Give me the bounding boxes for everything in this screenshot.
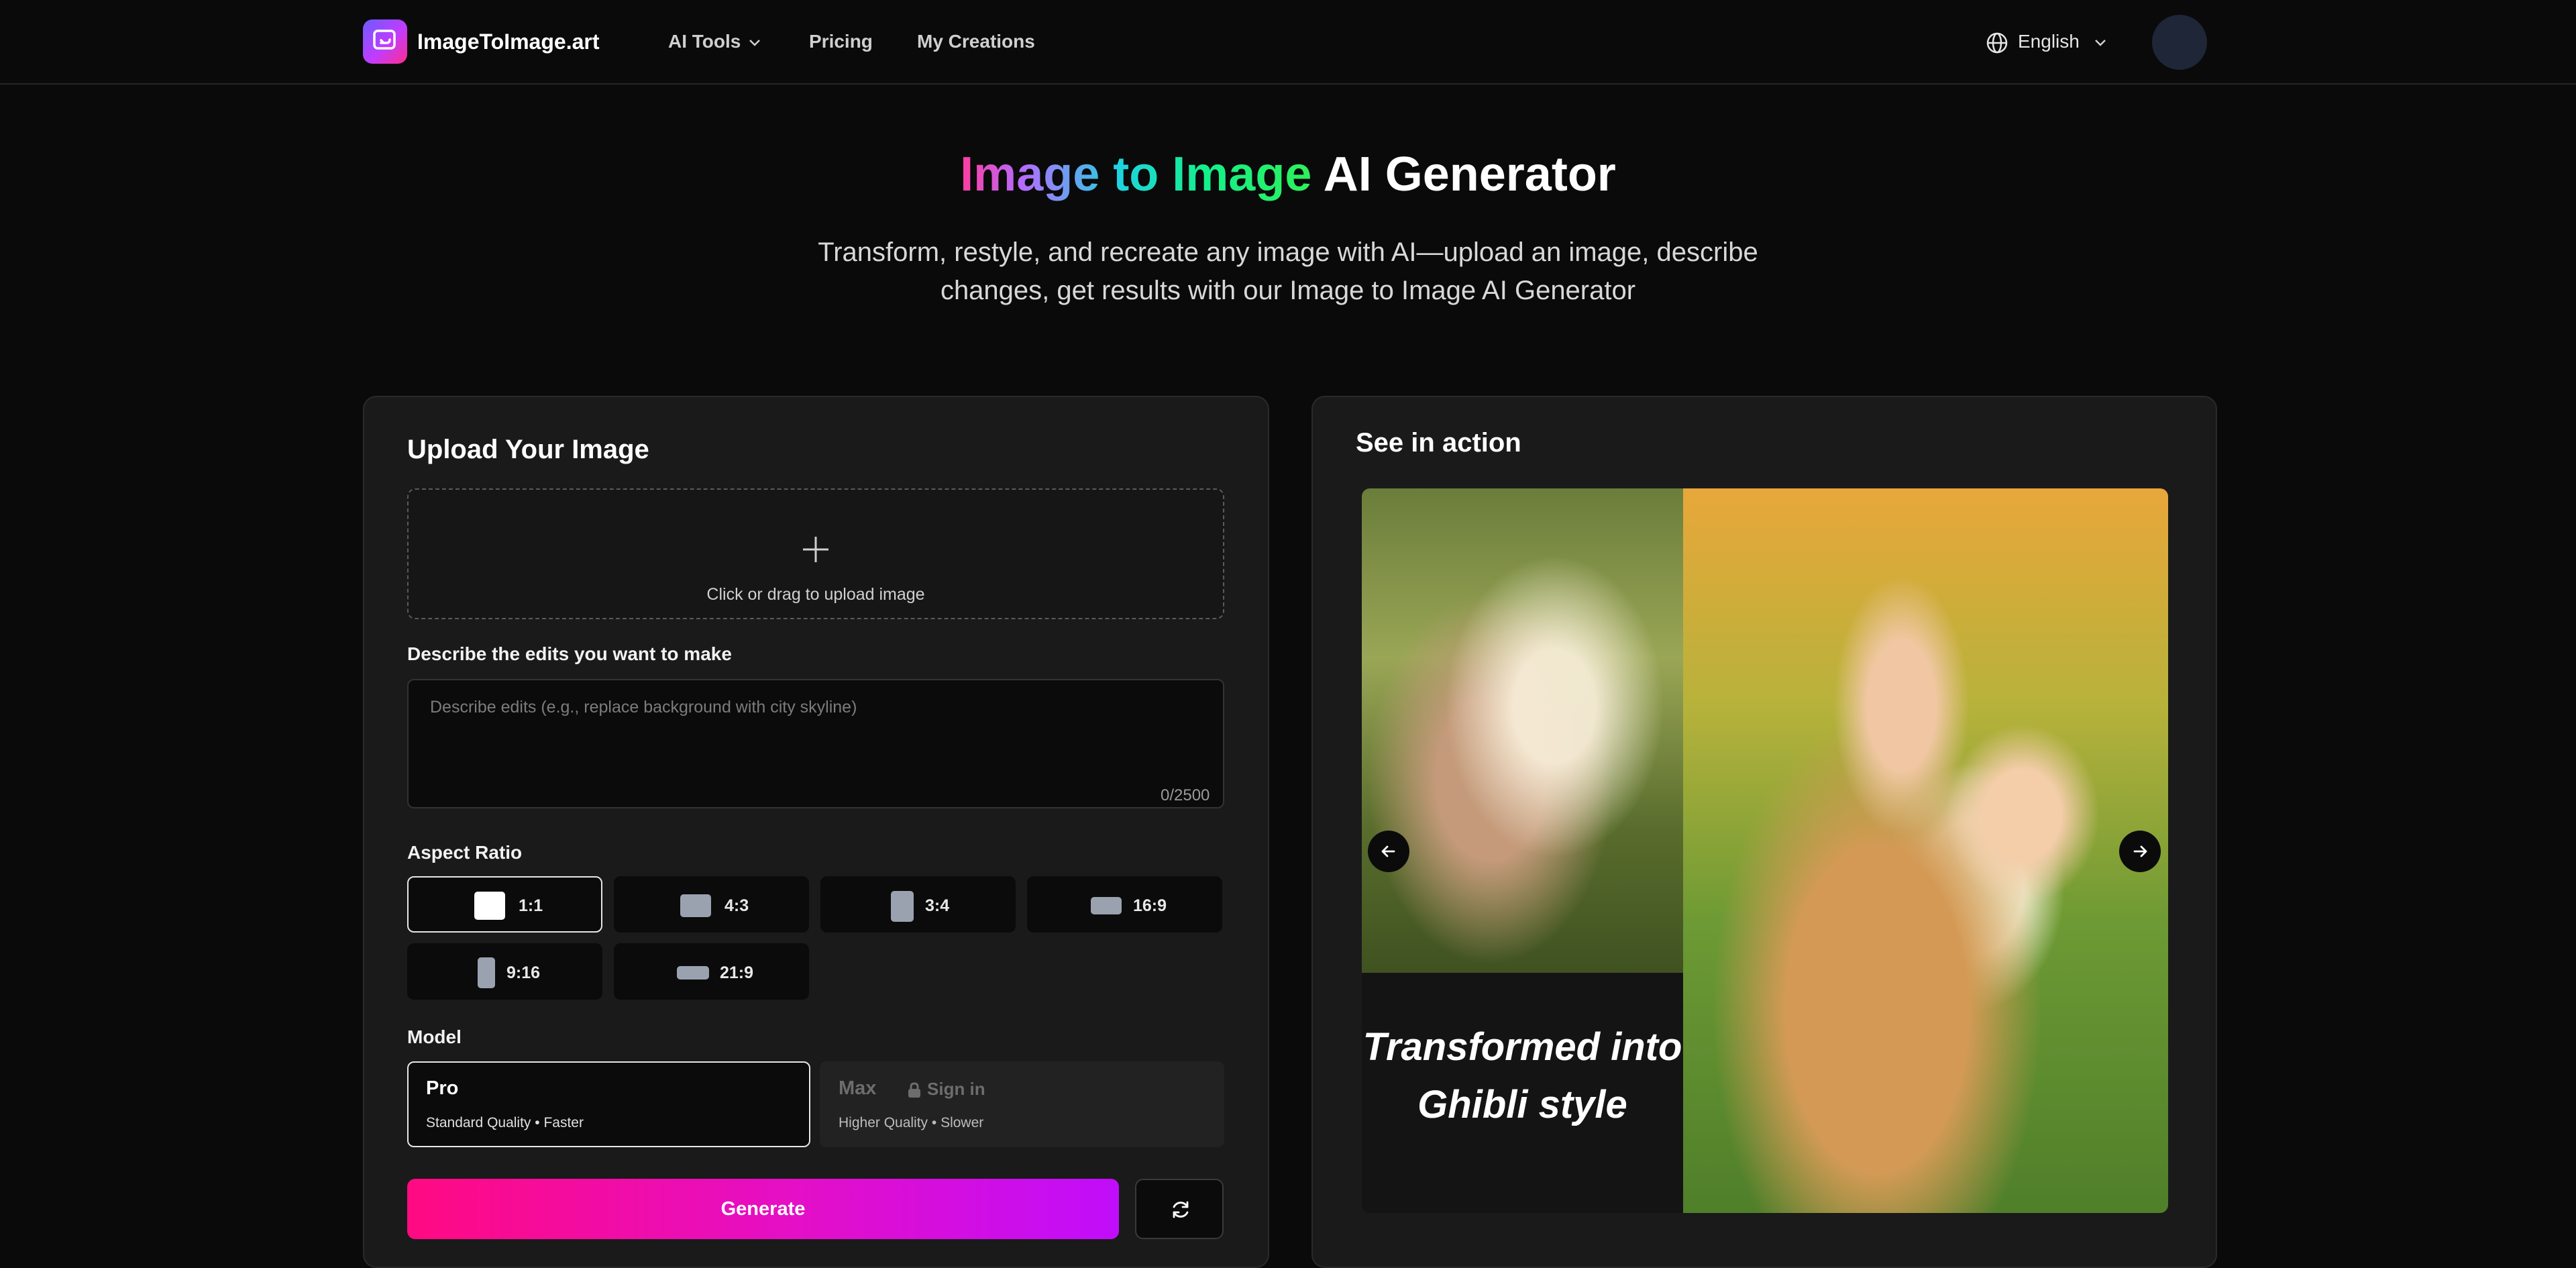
logo-icon[interactable]: [363, 19, 407, 64]
model-max-name: Max: [839, 1077, 877, 1099]
ratio-16-9-label: 16:9: [1133, 896, 1167, 915]
nav-my-creations[interactable]: My Creations: [917, 29, 1035, 54]
ratio-4-3-shape: [680, 894, 711, 917]
model-max-desc: Higher Quality • Slower: [839, 1115, 984, 1130]
top-nav: ImageToImage.art AI Tools Pricing My Cre…: [0, 0, 2576, 85]
ratio-16-9[interactable]: 16:9: [1027, 876, 1222, 933]
title-word-image: Image: [960, 148, 1100, 201]
describe-label: Describe the edits you want to make: [407, 643, 732, 664]
upload-heading: Upload Your Image: [407, 435, 649, 464]
model-max-signin[interactable]: Sign in: [907, 1079, 985, 1100]
lock-icon: [908, 1082, 920, 1098]
char-counter: 0/2500: [1161, 786, 1210, 804]
model-option-pro[interactable]: Pro Standard Quality • Faster: [407, 1061, 810, 1147]
nav-pricing[interactable]: Pricing: [809, 29, 873, 54]
model-label: Model: [407, 1026, 462, 1047]
ratio-1-1-shape: [474, 892, 505, 920]
ratio-21-9-shape: [677, 966, 709, 980]
ratio-4-3[interactable]: 4:3: [614, 876, 809, 933]
chevron-down-icon: [749, 39, 761, 46]
before-photo: [1362, 488, 1683, 973]
ratio-16-9-shape: [1091, 897, 1122, 914]
title-gradient: Image to Image: [960, 148, 1311, 201]
upload-dropzone[interactable]: Click or drag to upload image: [407, 488, 1224, 619]
ratio-9-16-shape: [478, 957, 495, 988]
nav-ai-tools[interactable]: AI Tools: [668, 29, 761, 54]
ratio-21-9-label: 21:9: [720, 963, 754, 982]
showcase-caption: Transformed into Ghibli style: [1362, 1025, 1682, 1126]
showcase-heading: See in action: [1356, 428, 1521, 458]
chevron-down-icon: [2094, 39, 2106, 46]
ratio-9-16[interactable]: 9:16: [407, 943, 602, 1000]
ratio-1-1[interactable]: 1:1: [407, 876, 602, 933]
page-title: Image to Image AI Generator: [0, 141, 2576, 208]
model-pro-desc: Standard Quality • Faster: [426, 1115, 584, 1130]
brand-name[interactable]: ImageToImage.art: [417, 28, 599, 55]
generate-button[interactable]: Generate: [407, 1179, 1119, 1239]
nav-ai-tools-label: AI Tools: [668, 31, 741, 52]
refresh-icon: [1173, 1201, 1189, 1218]
ratio-3-4-label: 3:4: [925, 896, 950, 915]
reset-button[interactable]: [1135, 1179, 1224, 1239]
model-pro-name: Pro: [426, 1077, 459, 1099]
ratio-3-4[interactable]: 3:4: [820, 876, 1016, 933]
page-subtitle: Transform, restyle, and recreate any ima…: [818, 237, 1758, 305]
arrow-right-icon: [2133, 845, 2147, 857]
aspect-ratio-label: Aspect Ratio: [407, 842, 523, 863]
arrow-left-icon: [1381, 845, 1395, 857]
ratio-9-16-label: 9:16: [506, 963, 541, 982]
user-avatar[interactable]: [2152, 15, 2207, 70]
carousel-prev-button[interactable]: [1368, 831, 1409, 872]
language-selector[interactable]: English: [1986, 29, 2116, 54]
ratio-1-1-label: 1:1: [519, 896, 543, 915]
title-word-image-2: Image: [1172, 148, 1312, 201]
showcase-carousel: Transformed into Ghibli style: [1362, 488, 2168, 1213]
plus-icon: [803, 537, 828, 562]
after-photo: [1683, 488, 2168, 1213]
globe-icon: [1986, 32, 2008, 53]
upload-text: Click or drag to upload image: [706, 585, 925, 604]
signin-text: Sign in: [927, 1079, 985, 1099]
model-option-max[interactable]: Max Sign in Higher Quality • Slower: [820, 1061, 1224, 1147]
title-word-to: to: [1113, 148, 1159, 201]
title-rest: AI Generator: [1323, 148, 1616, 201]
ratio-3-4-shape: [891, 891, 914, 922]
carousel-next-button[interactable]: [2119, 831, 2161, 872]
language-label: English: [2018, 31, 2080, 52]
ratio-4-3-label: 4:3: [724, 896, 749, 915]
ratio-21-9[interactable]: 21:9: [614, 943, 809, 1000]
describe-edits-input[interactable]: [407, 679, 1224, 808]
